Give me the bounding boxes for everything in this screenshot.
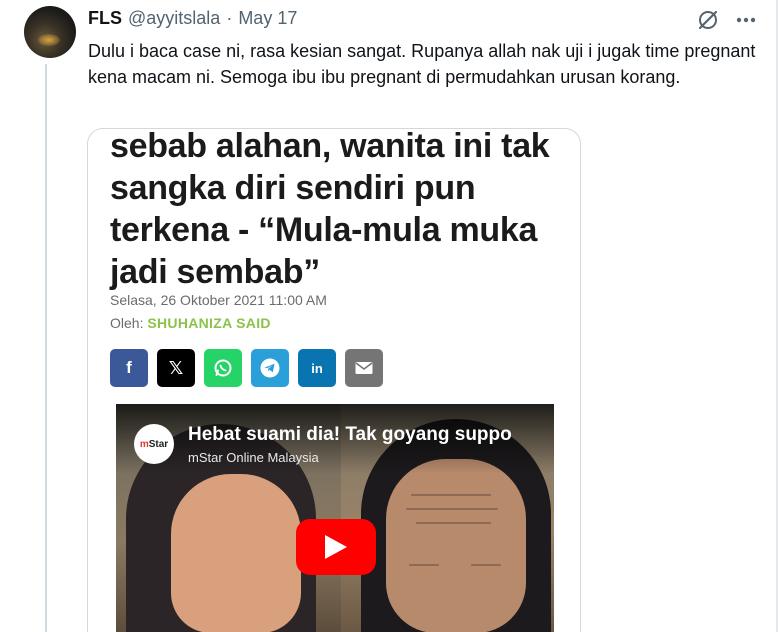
tweet-media-image[interactable]: sebab alahan, wanita ini tak sangka diri…: [87, 128, 581, 632]
x-icon: 𝕏: [157, 349, 195, 387]
whatsapp-icon: [204, 349, 242, 387]
linkedin-icon: in: [298, 349, 336, 387]
email-icon: [345, 349, 383, 387]
byline-prefix: Oleh:: [110, 315, 148, 331]
avatar[interactable]: [24, 6, 76, 58]
video-title: Hebat suami dia! Tak goyang suppo: [188, 424, 512, 445]
article-date: Selasa, 26 Oktober 2021 11:00 AM: [110, 292, 327, 308]
article-headline: sebab alahan, wanita ini tak sangka diri…: [110, 128, 550, 291]
avatar-image-detail: [38, 34, 60, 46]
thread-line: [45, 64, 47, 632]
article-author: SHUHANIZA SAID: [147, 315, 271, 331]
video-embed: m Star Hebat suami dia! Tak goyang suppo …: [116, 404, 554, 632]
more-icon[interactable]: [734, 8, 758, 32]
tweet-date[interactable]: May 17: [238, 8, 297, 29]
display-name[interactable]: FLS: [88, 8, 122, 29]
tweet-header: FLS @ayyitslala · May 17: [88, 8, 297, 29]
tweet-text: Dulu i baca case ni, rasa kesian sangat.…: [88, 41, 756, 87]
video-channel-name: mStar Online Malaysia: [188, 450, 319, 465]
article-byline: Oleh: SHUHANIZA SAID: [110, 315, 271, 331]
separator-dot: ·: [226, 8, 233, 28]
share-buttons: f 𝕏 in: [110, 349, 383, 387]
telegram-icon: [251, 349, 289, 387]
grok-icon[interactable]: [696, 8, 720, 32]
user-handle[interactable]: @ayyitslala: [128, 8, 220, 29]
facebook-icon: f: [110, 349, 148, 387]
youtube-play-icon: [296, 519, 376, 575]
channel-logo: m Star: [134, 424, 174, 464]
